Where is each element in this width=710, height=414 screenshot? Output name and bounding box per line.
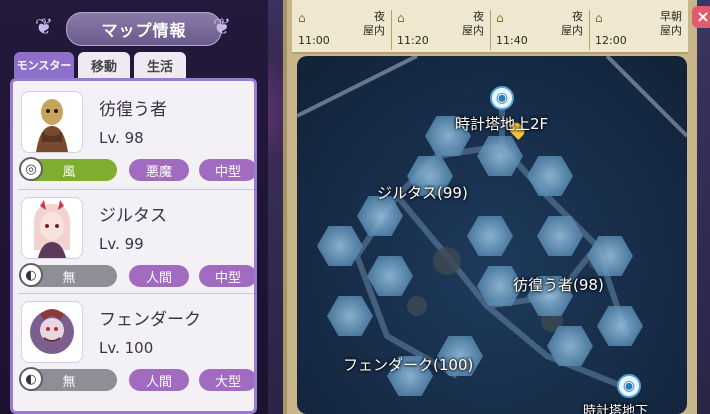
monster-card[interactable]: ジルタス Lv. 99 ◐ 無 人間 中型	[19, 193, 254, 293]
tab-monster[interactable]: モンスター	[14, 52, 74, 78]
warp-portal-icon[interactable]: ◉	[490, 86, 514, 110]
place-label: 屋内	[462, 24, 484, 37]
element-badge: ◐ 無	[19, 367, 117, 391]
slot-time: 11:40	[496, 34, 528, 47]
monster-level: Lv. 100	[99, 339, 154, 357]
time-slot: ⌂ 12:00 早朝 屋内	[589, 0, 688, 52]
phase-label: 夜	[473, 10, 484, 23]
slot-phase: 夜屋内	[561, 10, 583, 38]
wind-element-icon: ◎	[19, 157, 43, 181]
wing-ornament-left-icon: ❦	[34, 15, 54, 40]
tab-life[interactable]: 生活	[134, 52, 186, 78]
map-label-tower-lower: 時計塔地下	[583, 404, 649, 414]
phase-label: 早朝	[660, 10, 682, 23]
monster-card[interactable]: フェンダーク Lv. 100 ◐ 無 人間 大型	[19, 297, 254, 397]
monster-portrait	[21, 91, 83, 153]
panel-tabs: モンスター 移動 生活	[14, 52, 186, 78]
monster-portrait	[21, 197, 83, 259]
monster-portrait	[21, 301, 83, 363]
place-label: 屋内	[561, 24, 583, 37]
phase-label: 夜	[374, 10, 385, 23]
race-badge: 人間	[129, 369, 189, 391]
monster-name: フェンダーク	[99, 310, 201, 330]
monster-level: Lv. 99	[99, 235, 144, 253]
tab-move[interactable]: 移動	[78, 52, 130, 78]
element-badge: ◎ 風	[19, 157, 117, 181]
monster-name: ジルタス	[99, 206, 167, 226]
monster-card[interactable]: 彷徨う者 Lv. 98 ◎ 風 悪魔 中型	[19, 87, 254, 187]
slot-phase: 早朝 屋内	[660, 10, 682, 38]
race-badge: 悪魔	[129, 159, 189, 181]
slot-time: 11:00	[298, 34, 330, 47]
house-icon: ⌂	[595, 11, 603, 25]
time-slot: ⌂ 11:20 夜屋内	[391, 0, 490, 52]
warp-portal-icon[interactable]: ◉	[617, 374, 641, 398]
monster-level: Lv. 98	[99, 129, 144, 147]
element-label: 無	[62, 270, 76, 286]
neutral-element-icon: ◐	[19, 263, 43, 287]
house-icon: ⌂	[496, 11, 504, 25]
slot-phase: 夜屋内	[462, 10, 484, 38]
house-icon: ⌂	[397, 11, 405, 25]
phase-label: 夜	[572, 10, 583, 23]
map-label-tower-upper: 時計塔地上2F	[455, 115, 549, 133]
size-badge: 大型	[199, 369, 254, 391]
time-slot: ⌂ 11:00 夜屋内	[292, 0, 391, 52]
divider	[19, 293, 254, 294]
map-label-wanderer: 彷徨う者(98)	[513, 276, 604, 294]
time-schedule-bar: ⌂ 11:00 夜屋内 ⌂ 11:20 夜屋内 ⌂ 11:40 夜屋内 ⌂ 12…	[292, 0, 688, 54]
place-label: 屋内	[660, 24, 682, 37]
slot-time: 11:20	[397, 34, 429, 47]
time-slot: ⌂ 11:40 夜屋内	[490, 0, 589, 52]
race-badge: 人間	[129, 265, 189, 287]
map-label-zirtas: ジルタス(99)	[377, 184, 468, 202]
house-icon: ⌂	[298, 11, 306, 25]
close-button[interactable]: ×	[692, 6, 710, 28]
size-badge: 中型	[199, 265, 254, 287]
element-label: 風	[62, 164, 76, 180]
monster-name: 彷徨う者	[99, 100, 167, 120]
place-label: 屋内	[363, 24, 385, 37]
monster-list[interactable]: 彷徨う者 Lv. 98 ◎ 風 悪魔 中型 ジルタス Lv. 99 ◐ 無 人間…	[10, 78, 257, 414]
monster-info-panel: ❦ マップ情報 ❦ モンスター 移動 生活 彷徨う者 Lv. 98 ◎ 風 悪魔…	[0, 0, 268, 414]
map-label-fendark: フェンダーク(100)	[343, 356, 474, 374]
size-badge: 中型	[199, 159, 254, 181]
dungeon-map[interactable]: ◉ ◉ 時計塔地上2F ジルタス(99) 彷徨う者(98) フェンダーク(100…	[297, 56, 687, 414]
element-badge: ◐ 無	[19, 263, 117, 287]
neutral-element-icon: ◐	[19, 367, 43, 391]
divider	[19, 189, 254, 190]
slot-time: 12:00	[595, 34, 627, 47]
wing-ornament-right-icon: ❦	[212, 15, 232, 40]
panel-title: マップ情報	[66, 12, 222, 46]
slot-phase: 夜屋内	[363, 10, 385, 38]
element-label: 無	[62, 374, 76, 390]
